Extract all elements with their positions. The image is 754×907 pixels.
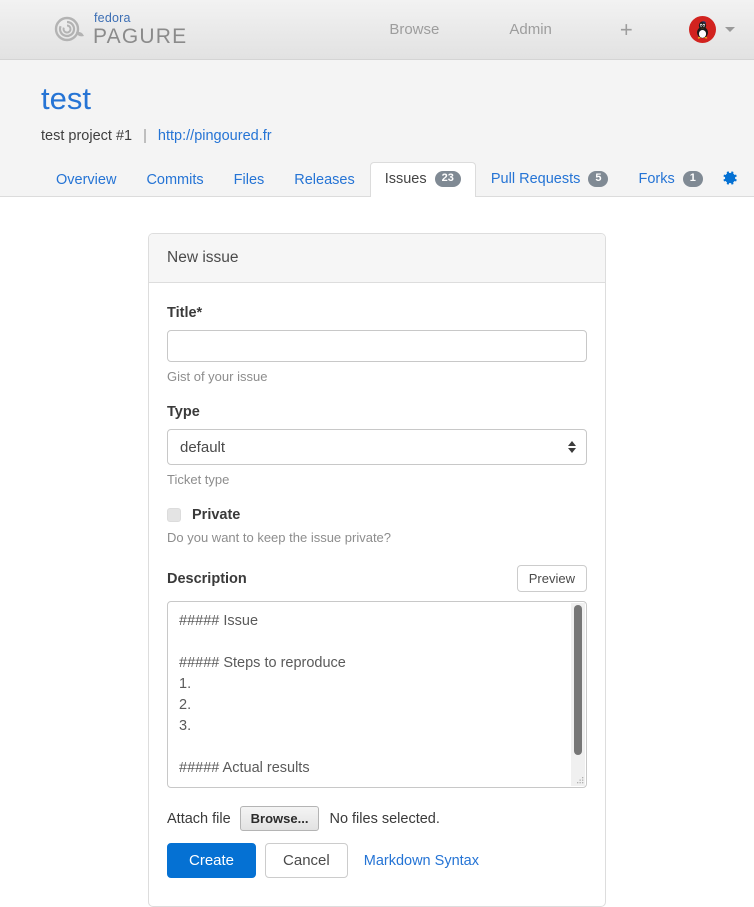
project-description: test project #1 — [41, 128, 132, 144]
tab-issues[interactable]: Issues 23 — [370, 162, 476, 197]
card-header-title: New issue — [149, 234, 605, 283]
description-field-label: Description — [167, 571, 247, 587]
private-helper-text: Do you want to keep the issue private? — [167, 530, 587, 545]
top-navbar: fedora PAGURE Browse Admin + — [0, 0, 754, 60]
private-checkbox[interactable] — [167, 508, 181, 522]
subtitle-separator: | — [143, 128, 147, 144]
create-button[interactable]: Create — [167, 843, 256, 878]
new-issue-card: New issue Title* Gist of your issue Type… — [148, 233, 606, 907]
title-helper-text: Gist of your issue — [167, 369, 587, 384]
tab-forks[interactable]: Forks 1 — [623, 162, 717, 196]
type-helper-text: Ticket type — [167, 472, 587, 487]
tab-issues-label: Issues — [385, 172, 427, 187]
tab-releases-label: Releases — [294, 173, 354, 188]
nav-item-browse[interactable]: Browse — [379, 21, 449, 38]
form-actions: Create Cancel Markdown Syntax — [167, 843, 587, 878]
tab-forks-badge: 1 — [683, 171, 703, 187]
textarea-scrollbar-thumb[interactable] — [574, 605, 582, 755]
no-files-selected-text: No files selected. — [329, 811, 439, 827]
project-subtitle: test project #1 | http://pingoured.fr — [41, 128, 754, 144]
new-item-plus-icon[interactable]: + — [612, 19, 641, 41]
description-textarea-value: ##### Issue ##### Steps to reproduce 1. … — [168, 602, 571, 787]
title-input[interactable] — [167, 330, 587, 362]
resize-handle-icon[interactable] — [575, 776, 584, 785]
textarea-scrollbar[interactable] — [571, 603, 585, 786]
browse-button[interactable]: Browse... — [240, 806, 320, 831]
tab-files[interactable]: Files — [219, 164, 280, 197]
preview-button[interactable]: Preview — [517, 565, 587, 592]
settings-gear-icon[interactable] — [722, 170, 738, 188]
tab-pull-requests[interactable]: Pull Requests 5 — [476, 162, 624, 196]
main-content: New issue Title* Gist of your issue Type… — [0, 197, 754, 907]
new-issue-form: Title* Gist of your issue Type default T… — [149, 283, 605, 906]
project-url-link[interactable]: http://pingoured.fr — [158, 128, 272, 144]
private-checkbox-row[interactable]: Private — [167, 507, 587, 523]
attach-file-row: Attach file Browse... No files selected. — [167, 806, 587, 831]
pagure-snail-icon — [52, 13, 86, 47]
tab-commits[interactable]: Commits — [131, 164, 218, 197]
tab-releases[interactable]: Releases — [279, 164, 369, 197]
attach-file-label: Attach file — [167, 811, 231, 827]
select-updown-icon — [568, 441, 576, 453]
tab-overview-label: Overview — [56, 173, 116, 188]
nav-item-admin[interactable]: Admin — [499, 21, 562, 38]
cancel-button[interactable]: Cancel — [265, 843, 348, 878]
description-header-row: Description Preview — [167, 565, 587, 592]
markdown-syntax-link[interactable]: Markdown Syntax — [364, 853, 479, 869]
chevron-down-icon — [725, 27, 735, 32]
tab-issues-badge: 23 — [435, 171, 461, 187]
title-field-label: Title* — [167, 305, 587, 321]
tab-commits-label: Commits — [146, 173, 203, 188]
tab-pull-requests-badge: 5 — [588, 171, 608, 187]
user-menu[interactable] — [689, 16, 735, 43]
description-textarea[interactable]: ##### Issue ##### Steps to reproduce 1. … — [167, 601, 587, 788]
tab-files-label: Files — [234, 173, 265, 188]
avatar — [689, 16, 716, 43]
type-select[interactable]: default — [167, 429, 587, 465]
brand-logo-link[interactable]: fedora PAGURE — [52, 12, 187, 47]
project-header: test test project #1 | http://pingoured.… — [0, 60, 754, 197]
page-title: test — [41, 82, 754, 116]
navbar-links: Browse Admin + — [379, 16, 734, 43]
brand-pagure-text: PAGURE — [93, 26, 187, 47]
brand-fedora-text: fedora — [94, 12, 187, 25]
type-select-value: default — [180, 439, 225, 456]
type-field-label: Type — [167, 404, 587, 420]
tab-forks-label: Forks — [638, 172, 674, 187]
private-label: Private — [192, 507, 240, 523]
tab-overview[interactable]: Overview — [41, 164, 131, 197]
tab-pull-requests-label: Pull Requests — [491, 172, 580, 187]
project-tabs: Overview Commits Files Releases Issues 2… — [41, 163, 754, 196]
